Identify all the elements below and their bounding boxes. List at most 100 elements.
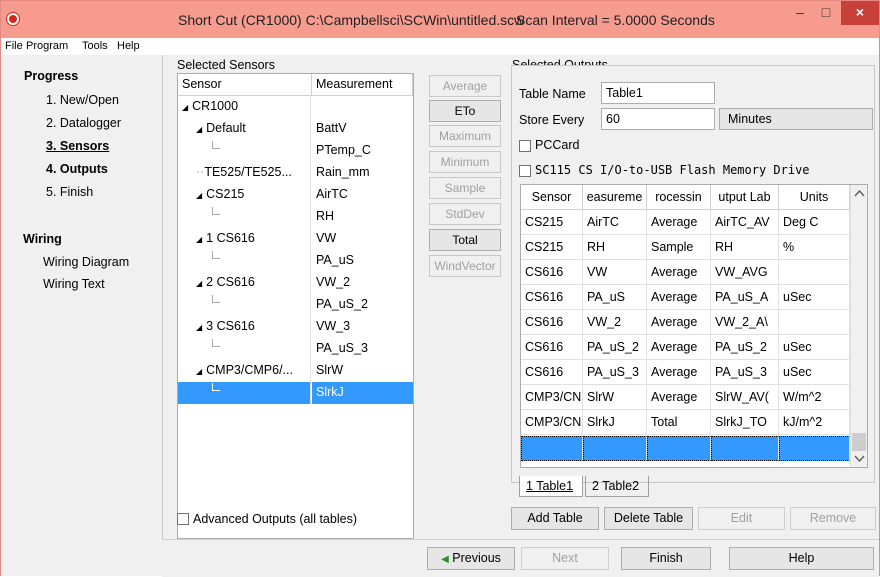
- grid-cell[interactable]: uSec: [779, 360, 850, 385]
- grid-cell[interactable]: SlrkJ: [583, 410, 647, 435]
- edit-button[interactable]: Edit: [698, 507, 785, 530]
- grid-cell[interactable]: Average: [647, 210, 711, 235]
- collapse-arrow-icon[interactable]: ◢: [196, 125, 202, 134]
- grid-cell[interactable]: Average: [647, 335, 711, 360]
- grid-cell[interactable]: W/m^2: [779, 385, 850, 410]
- app-icon[interactable]: [7, 13, 19, 25]
- grid-cell[interactable]: CS215: [521, 235, 583, 260]
- wiring-text-link[interactable]: Wiring Text: [43, 277, 105, 291]
- grid-new-row-cell[interactable]: [779, 436, 850, 461]
- grid-new-row-cell[interactable]: [583, 436, 647, 461]
- collapse-arrow-icon[interactable]: ◢: [196, 323, 202, 332]
- grid-cell[interactable]: PA_uS_A: [711, 285, 779, 310]
- step-outputs[interactable]: 4. Outputs: [46, 162, 108, 176]
- tree-row[interactable]: ··TE525/TE525... Rain_mm: [178, 162, 413, 184]
- step-finish[interactable]: 5. Finish: [46, 185, 93, 199]
- outputs-grid[interactable]: Sensor easureme rocessin utput Lab Units…: [520, 184, 868, 468]
- grid-cell[interactable]: PA_uS_2: [711, 335, 779, 360]
- delete-table-button[interactable]: Delete Table: [604, 507, 693, 530]
- add-table-button[interactable]: Add Table: [511, 507, 599, 530]
- grid-cell[interactable]: PA_uS_3: [711, 360, 779, 385]
- grid-cell[interactable]: VW_AVG: [711, 260, 779, 285]
- tree-row[interactable]: ◢ CMP3/CMP6/... SlrW: [178, 360, 413, 382]
- grid-cell[interactable]: Average: [647, 385, 711, 410]
- grid-cell[interactable]: VW_2: [583, 310, 647, 335]
- collapse-arrow-icon[interactable]: ◢: [196, 235, 202, 244]
- grid-cell[interactable]: Deg C: [779, 210, 850, 235]
- grid-cell[interactable]: Average: [647, 310, 711, 335]
- grid-cell[interactable]: Total: [647, 410, 711, 435]
- grid-cell[interactable]: Average: [647, 260, 711, 285]
- col-header-measurement[interactable]: easureme: [583, 185, 647, 210]
- tree-row[interactable]: ◢ CR1000: [178, 96, 413, 118]
- tree-row[interactable]: ◢ 1 CS616 VW: [178, 228, 413, 250]
- grid-cell[interactable]: [779, 310, 850, 335]
- tree-row[interactable]: PA_uS_2: [178, 294, 413, 316]
- step-datalogger[interactable]: 2. Datalogger: [46, 116, 121, 130]
- next-button[interactable]: Next: [521, 547, 609, 570]
- tab-table2[interactable]: 2 Table2: [585, 476, 649, 497]
- col-header-sensor[interactable]: Sensor: [521, 185, 583, 210]
- grid-new-row-cell[interactable]: [647, 436, 711, 461]
- tree-row[interactable]: PTemp_C: [178, 140, 413, 162]
- sc115-checkbox[interactable]: [519, 165, 531, 177]
- grid-cell[interactable]: Average: [647, 360, 711, 385]
- grid-cell[interactable]: SlrW: [583, 385, 647, 410]
- grid-new-row-cell[interactable]: [711, 436, 779, 461]
- col-header-output-label[interactable]: utput Lab: [711, 185, 779, 210]
- tree-row[interactable]: PA_uS: [178, 250, 413, 272]
- finish-button[interactable]: Finish: [621, 547, 711, 570]
- menu-file[interactable]: File: [5, 40, 23, 52]
- scrollbar-thumb[interactable]: [852, 433, 866, 451]
- grid-cell[interactable]: PA_uS_2: [583, 335, 647, 360]
- eto-button[interactable]: ETo: [429, 100, 501, 122]
- collapse-arrow-icon[interactable]: ◢: [196, 279, 202, 288]
- menu-help[interactable]: Help: [117, 40, 140, 52]
- step-sensors[interactable]: 3. Sensors: [46, 139, 109, 153]
- tab-table1[interactable]: 1 Table1: [519, 476, 583, 497]
- minimize-button[interactable]: –: [787, 1, 813, 25]
- grid-vertical-scrollbar[interactable]: [850, 185, 867, 467]
- wiring-diagram-link[interactable]: Wiring Diagram: [43, 255, 129, 269]
- store-every-input[interactable]: 60: [601, 108, 715, 130]
- tree-row[interactable]: RH: [178, 206, 413, 228]
- grid-cell[interactable]: kJ/m^2: [779, 410, 850, 435]
- collapse-arrow-icon[interactable]: ◢: [196, 367, 202, 376]
- grid-cell[interactable]: AirTC_AV: [711, 210, 779, 235]
- advanced-outputs-checkbox[interactable]: [177, 513, 189, 525]
- maximize-button[interactable]: □: [813, 1, 839, 25]
- grid-cell[interactable]: CS215: [521, 210, 583, 235]
- grid-cell[interactable]: Average: [647, 285, 711, 310]
- grid-cell[interactable]: SlrkJ_TO: [711, 410, 779, 435]
- grid-cell[interactable]: AirTC: [583, 210, 647, 235]
- grid-cell[interactable]: Sample: [647, 235, 711, 260]
- close-button[interactable]: ×: [841, 1, 879, 25]
- title-bar[interactable]: Short Cut (CR1000) C:\Campbellsci\SCWin\…: [1, 1, 879, 38]
- collapse-arrow-icon[interactable]: ◢: [196, 191, 202, 200]
- col-header-measurement[interactable]: Measurement: [312, 74, 413, 96]
- grid-cell[interactable]: PA_uS: [583, 285, 647, 310]
- total-button[interactable]: Total: [429, 229, 501, 251]
- col-header-processing[interactable]: rocessin: [647, 185, 711, 210]
- menu-tools[interactable]: Tools: [82, 40, 108, 52]
- col-header-sensor[interactable]: Sensor: [178, 74, 312, 96]
- tree-row[interactable]: PA_uS_3: [178, 338, 413, 360]
- step-new-open[interactable]: 1. New/Open: [46, 93, 119, 107]
- grid-cell[interactable]: SlrW_AV(: [711, 385, 779, 410]
- tree-row-selected[interactable]: SlrkJ: [178, 382, 413, 404]
- grid-cell[interactable]: CMP3/CN: [521, 385, 583, 410]
- grid-cell[interactable]: CS616: [521, 360, 583, 385]
- tree-row[interactable]: ◢ Default BattV: [178, 118, 413, 140]
- table-name-input[interactable]: Table1: [601, 82, 715, 104]
- grid-cell[interactable]: CS616: [521, 335, 583, 360]
- grid-cell[interactable]: VW_2_A\: [711, 310, 779, 335]
- previous-button[interactable]: ◀ Previous: [427, 547, 515, 570]
- grid-cell[interactable]: CS616: [521, 285, 583, 310]
- stddev-button[interactable]: StdDev: [429, 203, 501, 225]
- pccard-checkbox[interactable]: [519, 140, 531, 152]
- tree-row[interactable]: ◢ CS215 AirTC: [178, 184, 413, 206]
- grid-cell[interactable]: RH: [583, 235, 647, 260]
- help-button[interactable]: Help: [729, 547, 874, 570]
- windvector-button[interactable]: WindVector: [429, 255, 501, 277]
- grid-cell[interactable]: CMP3/CN: [521, 410, 583, 435]
